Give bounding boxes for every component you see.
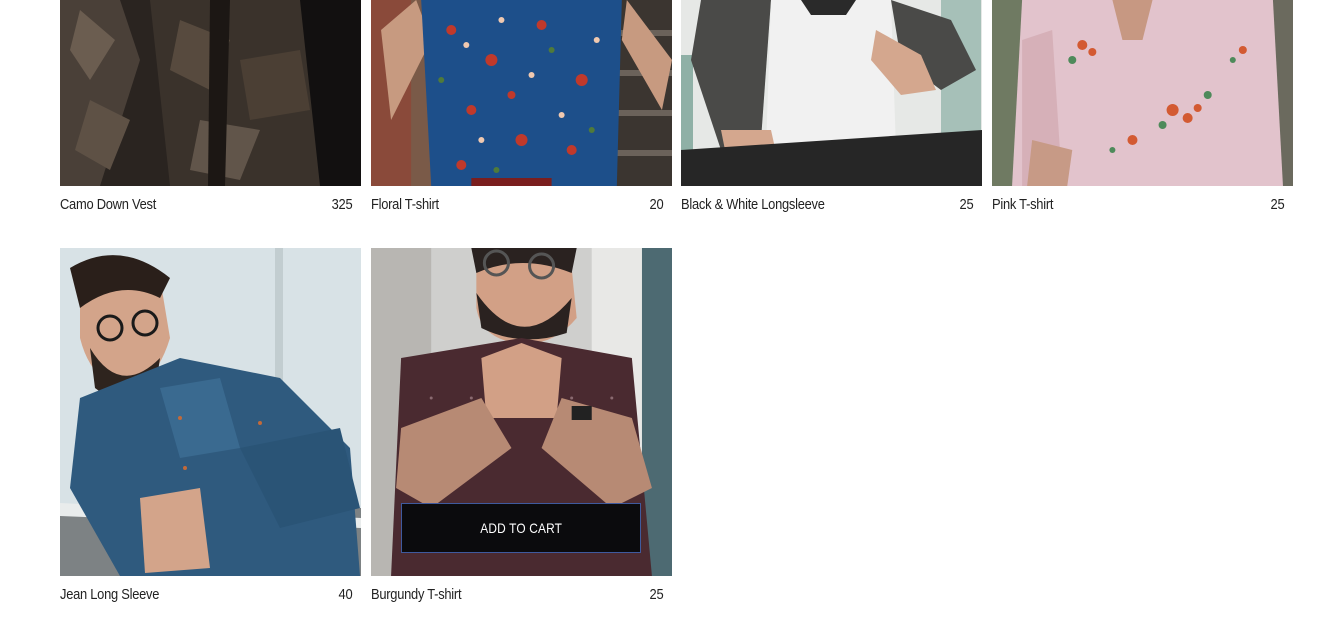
product-image-black-white-longsleeve[interactable] — [681, 0, 982, 186]
product-price: 25 — [649, 585, 664, 603]
product-price: 25 — [1270, 195, 1285, 213]
product-meta: Pink T-shirt 25 — [992, 193, 1285, 215]
product-meta: Burgundy T-shirt 25 — [371, 583, 664, 605]
product-name[interactable]: Burgundy T-shirt — [371, 586, 462, 603]
jean-shirt-photo — [60, 248, 361, 576]
product-name[interactable]: Black & White Longsleeve — [681, 196, 825, 213]
product-price: 40 — [338, 585, 353, 603]
add-to-cart-button[interactable]: ADD TO CART — [401, 503, 641, 553]
product-name[interactable]: Pink T-shirt — [992, 196, 1053, 213]
product-price: 25 — [959, 195, 974, 213]
product-meta: Jean Long Sleeve 40 — [60, 583, 353, 605]
add-to-cart-label: ADD TO CART — [480, 520, 562, 536]
longsleeve-photo — [681, 0, 982, 186]
product-meta: Black & White Longsleeve 25 — [681, 193, 974, 215]
product-card-jean-long-sleeve[interactable]: Jean Long Sleeve 40 — [60, 0, 361, 610]
pink-shirt-photo — [992, 0, 1293, 186]
product-name[interactable]: Jean Long Sleeve — [60, 586, 159, 603]
product-card-pink-t-shirt[interactable]: Pink T-shirt 25 — [992, 0, 1293, 220]
product-image-pink-t-shirt[interactable] — [992, 0, 1293, 186]
product-card-burgundy-t-shirt[interactable]: ADD TO CART Burgundy T-shirt 25 — [371, 0, 672, 610]
product-card-black-white-longsleeve[interactable]: Black & White Longsleeve 25 — [681, 0, 982, 220]
product-image-jean-long-sleeve[interactable] — [60, 248, 361, 576]
